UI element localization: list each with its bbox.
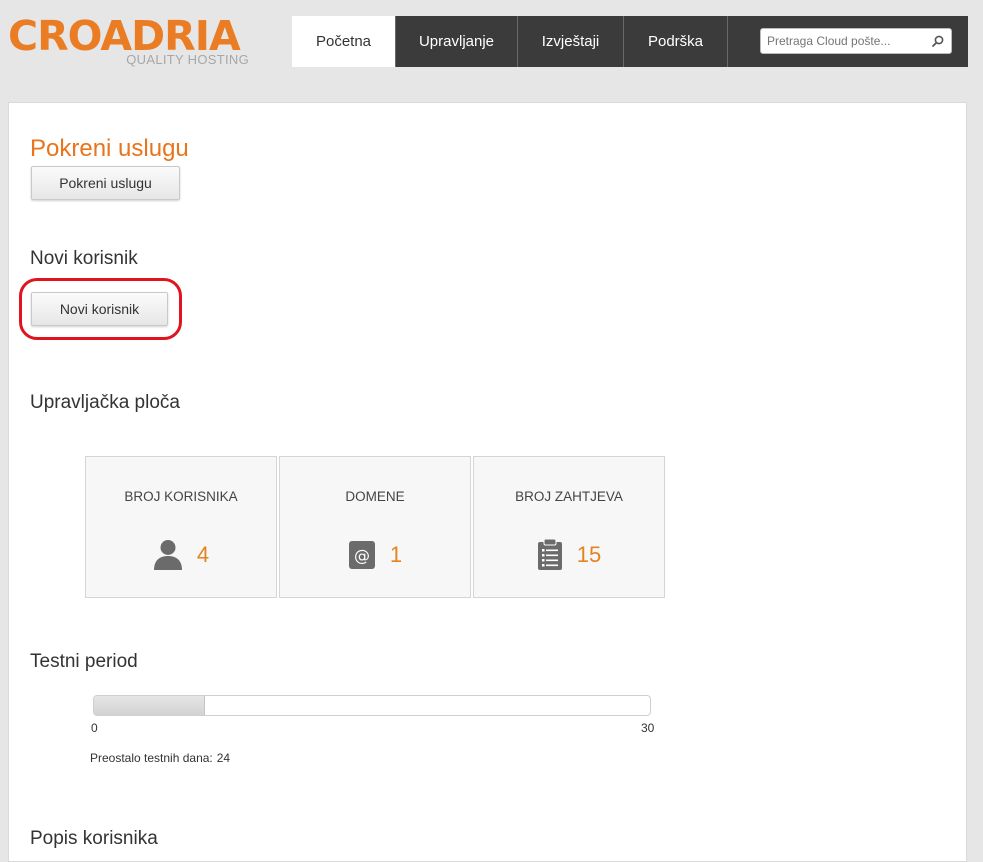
progress-min-label: 0 [91, 721, 98, 735]
main-nav: Početna Upravljanje Izvještaji Podrška [292, 16, 968, 67]
nav-item-upravljanje[interactable]: Upravljanje [395, 16, 517, 67]
stat-label: BROJ ZAHTJEVA [515, 489, 623, 504]
search-input[interactable] [767, 33, 927, 49]
stat-requests[interactable]: BROJ ZAHTJEVA 15 [473, 456, 665, 598]
nav-item-pocetna[interactable]: Početna [292, 16, 395, 67]
stat-value: 15 [576, 542, 602, 567]
stat-user-count[interactable]: BROJ KORISNIKA 4 [85, 456, 277, 598]
stat-label: DOMENE [345, 489, 405, 504]
search-icon[interactable] [931, 34, 945, 48]
progress-max-label: 30 [641, 721, 655, 735]
stat-domains[interactable]: DOMENE @ 1 [279, 456, 471, 598]
user-list-title: Popis korisnika [30, 828, 158, 849]
stat-value: 1 [389, 542, 403, 567]
trial-remaining-value: 24 [216, 751, 231, 765]
logo[interactable]: CROADRIA QUALITY HOSTING [8, 12, 253, 68]
nav-search-area [727, 16, 968, 67]
start-service-button[interactable]: Pokreni uslugu [31, 166, 180, 200]
new-user-button[interactable]: Novi korisnik [31, 292, 168, 326]
stat-label: BROJ KORISNIKA [124, 489, 238, 504]
trial-progress-fill [94, 696, 206, 715]
new-user-title: Novi korisnik [30, 248, 138, 269]
start-service-title: Pokreni uslugu [30, 135, 189, 162]
nav-item-podrska[interactable]: Podrška [623, 16, 727, 67]
logo-subtext: QUALITY HOSTING [126, 52, 249, 67]
clipboard-icon [537, 539, 562, 570]
svg-text:@: @ [354, 546, 370, 565]
at-sign-icon: @ [348, 541, 375, 569]
search-box [760, 28, 952, 54]
main-panel: Pokreni uslugu Pokreni uslugu Novi koris… [8, 102, 967, 862]
trial-remaining-label: Preostalo testnih dana: [90, 751, 213, 765]
trial-period-title: Testni period [30, 651, 138, 672]
trial-remaining: Preostalo testnih dana: 24 [90, 751, 230, 765]
trial-progress-bar [93, 695, 651, 716]
nav-item-izvjestaji[interactable]: Izvještaji [517, 16, 623, 67]
dashboard-title: Upravljačka ploča [30, 392, 180, 413]
user-icon [153, 540, 182, 570]
stat-value: 4 [196, 542, 210, 567]
